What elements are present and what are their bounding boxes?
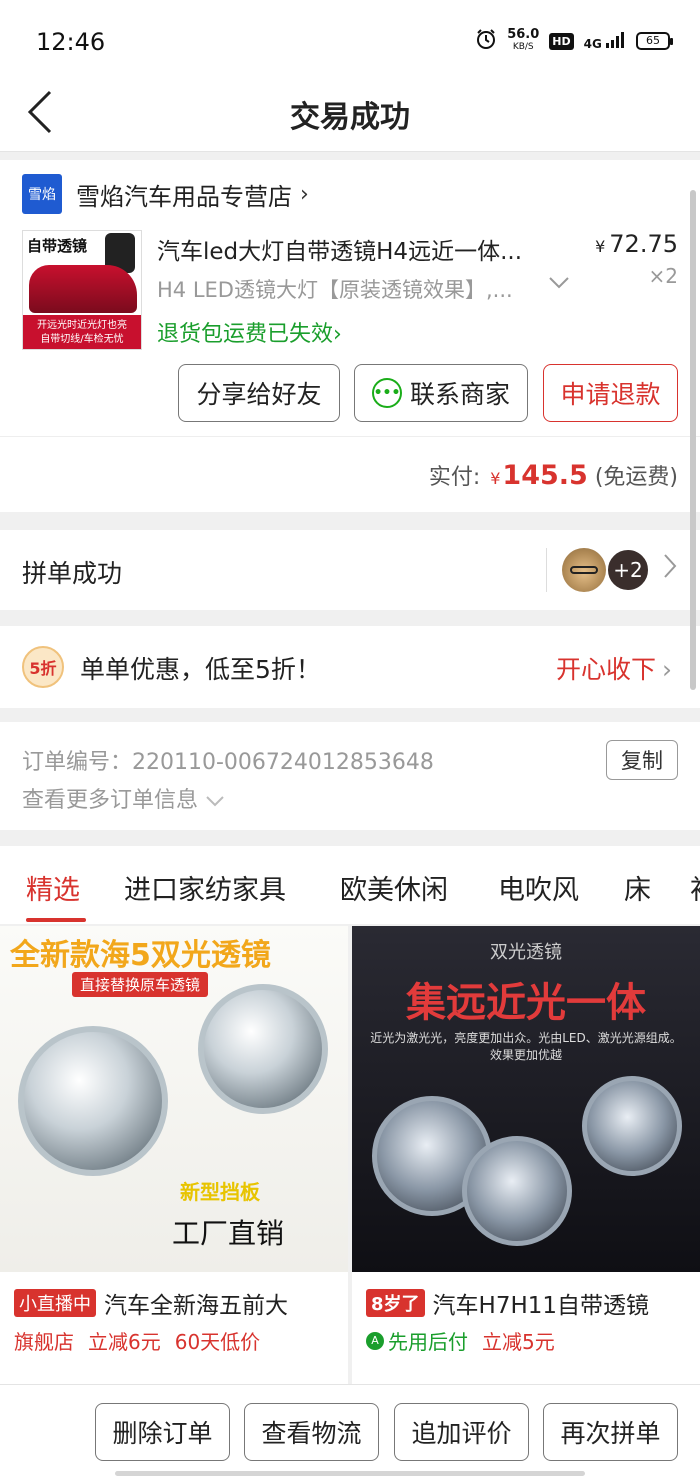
order-info: 订单编号：220110-006724012853648 复制 查看更多订单信息 bbox=[0, 722, 700, 830]
shop-name: 雪焰汽车用品专营店 bbox=[76, 182, 292, 211]
recommendation-title: 小直播中 汽车全新海五前大 bbox=[14, 1286, 288, 1320]
live-badge: 小直播中 bbox=[14, 1289, 96, 1317]
signal-icon: 4G bbox=[584, 31, 626, 51]
hd-icon: HD bbox=[549, 32, 574, 50]
car-graphic bbox=[29, 265, 137, 313]
order-number: 订单编号：220110-006724012853648 bbox=[22, 750, 434, 775]
scrollbar[interactable] bbox=[690, 190, 696, 690]
home-indicator[interactable] bbox=[115, 1471, 585, 1476]
recommendation-card[interactable]: 双光透镜 集远近光一体 近光为激光光，亮度更加出众。光由LED、激光光源组成。效… bbox=[352, 926, 700, 1386]
status-icons: 56.0 KB/S HD 4G 65 bbox=[475, 27, 673, 54]
recommendation-image: 全新款海5双光透镜 直接替换原车透镜 新型挡板 工厂直销 bbox=[0, 926, 348, 1272]
image-tag: 工厂直销 bbox=[172, 1217, 285, 1250]
accept-coupon-button[interactable]: 开心收下 › bbox=[556, 650, 672, 686]
chevron-down-icon bbox=[206, 796, 224, 807]
category-tabs: 精选 进口家纺家具 欧美休闲 电吹风 床 衬 bbox=[0, 846, 700, 924]
refund-button[interactable]: 申请退款 bbox=[543, 364, 678, 422]
bulb-graphic bbox=[582, 1076, 682, 1176]
image-description: 近光为激光光，亮度更加出众。光由LED、激光光源组成。效果更加优越 bbox=[370, 1031, 682, 1062]
page-title: 交易成功 bbox=[290, 100, 410, 135]
chevron-down-icon[interactable] bbox=[548, 274, 570, 295]
recommendation-image: 双光透镜 集远近光一体 近光为激光光，亮度更加出众。光由LED、激光光源组成。效… bbox=[352, 926, 700, 1272]
active-tab-indicator bbox=[26, 918, 86, 922]
contact-seller-button[interactable]: ••• 联系商家 bbox=[354, 364, 528, 422]
tab-shirt[interactable]: 衬 bbox=[690, 868, 700, 907]
tab-hair-dryer[interactable]: 电吹风 bbox=[498, 868, 579, 907]
recommendation-tags: A 先用后付 立减5元 bbox=[366, 1326, 555, 1355]
status-bar: 12:46 56.0 KB/S HD 4G 65 bbox=[0, 0, 700, 80]
status-time: 12:46 bbox=[36, 28, 106, 56]
alarm-icon bbox=[475, 28, 497, 54]
promo-row: 5折 单单优惠，低至5折！ 开心收下 › bbox=[0, 626, 700, 708]
image-tag: 新型挡板 bbox=[180, 1180, 260, 1204]
product-quantity: ×2 bbox=[648, 264, 678, 288]
chevron-right-icon: › bbox=[300, 181, 309, 207]
reorder-button[interactable]: 再次拼单 bbox=[543, 1403, 678, 1461]
payment-row: 实付: ¥145.5 (免运费) bbox=[0, 436, 700, 512]
net-speed: 56.0 KB/S bbox=[507, 27, 540, 52]
divider bbox=[546, 548, 547, 592]
promo-text: 单单优惠，低至5折！ bbox=[80, 655, 321, 684]
chevron-right-icon: › bbox=[662, 655, 672, 684]
product-spec[interactable]: H4 LED透镜大灯【原装透镜效果】,... bbox=[157, 274, 529, 304]
discount-badge-icon: 5折 bbox=[22, 646, 64, 688]
product-image[interactable]: 自带透镜 开远光时近光灯也亮 自带切线/车检无忧 bbox=[22, 230, 142, 350]
tab-western-casual[interactable]: 欧美休闲 bbox=[340, 868, 448, 907]
chevron-right-icon bbox=[662, 552, 678, 587]
shop-link[interactable]: 雪焰 雪焰汽车用品专营店 › bbox=[22, 174, 309, 214]
order-card: 雪焰 雪焰汽车用品专营店 › 自带透镜 开远光时近光灯也亮 自带切线/车检无忧 汽… bbox=[0, 160, 700, 512]
avatar-more: +2 bbox=[606, 548, 650, 592]
tab-imported-home[interactable]: 进口家纺家具 bbox=[124, 868, 286, 907]
product-price: ¥72.75 bbox=[595, 230, 678, 258]
lens-graphic bbox=[198, 984, 328, 1114]
paid-amount: 实付: ¥145.5 (免运费) bbox=[428, 460, 678, 491]
nav-bar: 交易成功 bbox=[0, 80, 700, 152]
contact-seller-label: 联系商家 bbox=[409, 380, 510, 409]
product-title[interactable]: 汽车led大灯自带透镜H4远近一体... bbox=[157, 232, 557, 266]
image-subtitle: 直接替换原车透镜 bbox=[72, 972, 209, 997]
group-buy-row[interactable]: 拼单成功 +2 bbox=[0, 530, 700, 610]
return-shipping-notice[interactable]: 退货包运费已失效› bbox=[157, 316, 342, 348]
chat-icon: ••• bbox=[371, 378, 402, 408]
avatar bbox=[562, 548, 606, 592]
share-button[interactable]: 分享给好友 bbox=[178, 364, 340, 422]
group-status-label: 拼单成功 bbox=[22, 559, 123, 588]
image-label: 双光透镜 bbox=[490, 942, 562, 963]
pay-later-icon: A bbox=[366, 1331, 384, 1350]
bottom-action-bar: 删除订单 查看物流 追加评价 再次拼单 bbox=[0, 1384, 700, 1477]
recommendation-tags: 旗舰店 立减6元 60天低价 bbox=[14, 1330, 261, 1354]
view-logistics-button[interactable]: 查看物流 bbox=[244, 1403, 379, 1461]
product-image-band: 开远光时近光灯也亮 自带切线/车检无忧 bbox=[23, 315, 141, 349]
recommendation-card[interactable]: 全新款海5双光透镜 直接替换原车透镜 新型挡板 工厂直销 小直播中 汽车全新海五… bbox=[0, 926, 348, 1386]
battery-icon: 65 bbox=[636, 32, 673, 50]
tab-featured[interactable]: 精选 bbox=[26, 868, 80, 907]
bulb-graphic bbox=[462, 1136, 572, 1246]
delete-order-button[interactable]: 删除订单 bbox=[95, 1403, 230, 1461]
recommendation-title: 8岁了 汽车H7H11自带透镜 bbox=[366, 1286, 649, 1320]
age-badge: 8岁了 bbox=[366, 1289, 425, 1317]
image-headline: 集远近光一体 bbox=[406, 980, 646, 1026]
lens-graphic bbox=[18, 1026, 168, 1176]
image-headline: 全新款海5双光透镜 bbox=[10, 938, 271, 973]
copy-button[interactable]: 复制 bbox=[606, 740, 678, 780]
add-review-button[interactable]: 追加评价 bbox=[394, 1403, 529, 1461]
more-order-info-link[interactable]: 查看更多订单信息 bbox=[22, 782, 225, 814]
tab-bed[interactable]: 床 bbox=[624, 868, 651, 907]
shop-logo: 雪焰 bbox=[22, 174, 62, 214]
